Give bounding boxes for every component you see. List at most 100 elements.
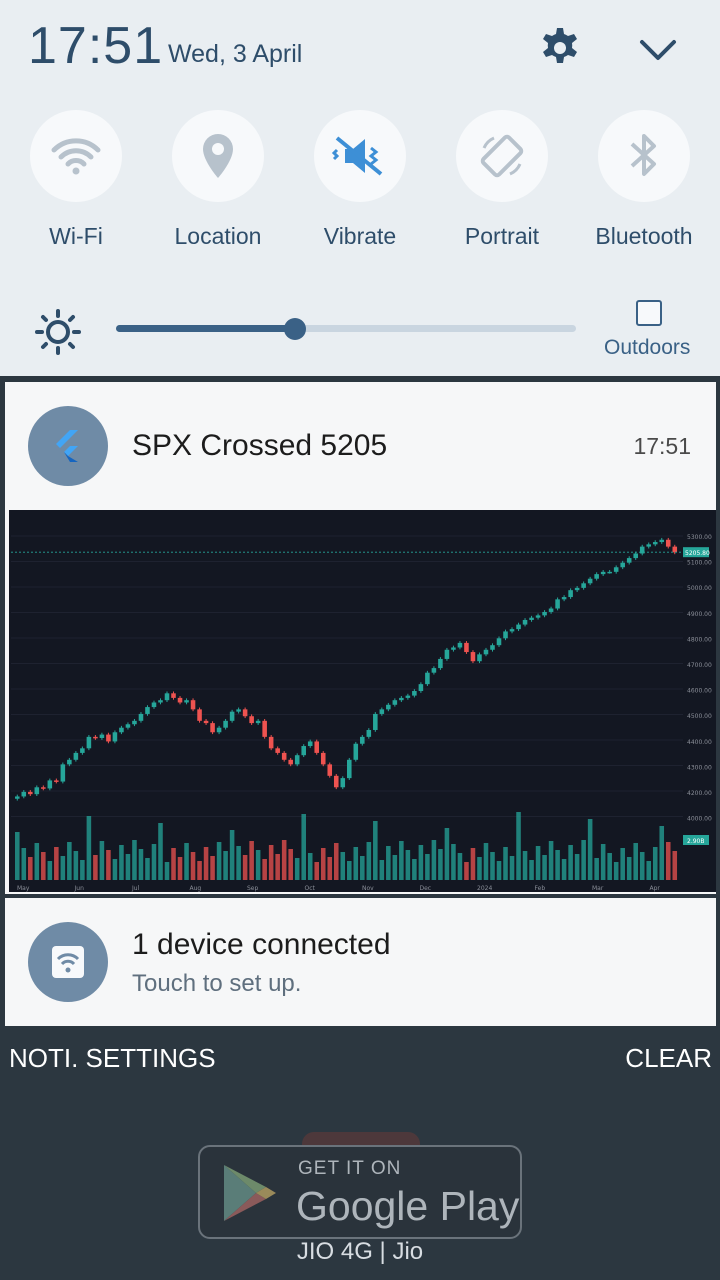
candle-body: [67, 759, 72, 765]
volume-bar: [119, 845, 124, 880]
y-tick-label: 4700.00: [687, 662, 712, 669]
volume-bar: [229, 830, 235, 880]
x-tick-label: May: [17, 885, 30, 892]
brightness-thumb[interactable]: [284, 318, 307, 340]
candle-body: [106, 734, 111, 742]
candle-body: [242, 709, 248, 717]
x-tick-label: Apr: [650, 885, 661, 892]
candle-body: [464, 642, 469, 653]
y-tick-label: 4000.00: [687, 816, 712, 823]
badge-caption: GET IT ON: [298, 1158, 402, 1179]
volume-bar: [73, 851, 79, 880]
candle-body: [229, 711, 235, 721]
volume-bar: [594, 858, 599, 880]
y-tick-label: 4500.00: [687, 713, 712, 720]
candle-body: [483, 649, 489, 655]
volume-bar: [171, 848, 176, 880]
candle-body: [34, 787, 40, 795]
candle-body: [386, 704, 391, 710]
candle-body: [353, 743, 359, 760]
clear-button[interactable]: CLEAR: [625, 1043, 712, 1074]
volume-bar: [255, 850, 261, 880]
candle-body: [145, 707, 150, 714]
volume-bar: [470, 848, 476, 880]
google-play-badge[interactable]: GET IT ON Google Play: [198, 1145, 522, 1239]
candle-body: [561, 597, 567, 600]
candle-body: [177, 697, 183, 703]
y-tick-label: 4300.00: [687, 764, 712, 771]
outdoors-checkbox[interactable]: [636, 300, 662, 326]
noti-settings-button[interactable]: NOTI. SETTINGS: [9, 1043, 216, 1074]
candle-body: [184, 700, 189, 703]
volume-bar: [438, 849, 443, 880]
volume-bar: [28, 857, 33, 880]
toggle-bluetooth[interactable]: Bluetooth: [573, 110, 715, 250]
y-tick-label: 5100.00: [687, 560, 712, 567]
candle-body: [255, 720, 261, 724]
x-tick-label: Sep: [247, 885, 259, 892]
candle-body: [672, 546, 678, 553]
volume-bar: [581, 840, 586, 880]
volume-bar: [54, 847, 59, 880]
candle-body: [171, 693, 176, 698]
candle-body: [80, 748, 85, 753]
candle-body: [470, 652, 476, 662]
toggle-wifi[interactable]: Wi-Fi: [5, 110, 147, 250]
candle-body: [132, 720, 137, 725]
volume-bar: [360, 856, 365, 880]
volume-bar: [340, 852, 346, 880]
chevron-down-icon[interactable]: [634, 26, 682, 74]
volume-bar: [275, 854, 280, 880]
volume-bar: [184, 843, 189, 880]
volume-bar: [314, 862, 320, 880]
candle-body: [477, 654, 482, 662]
rotate-icon: [480, 134, 524, 178]
volume-bar: [41, 852, 46, 880]
wifi-hotspot-icon: [52, 946, 84, 978]
candle-body: [268, 736, 274, 749]
toggle-vibrate[interactable]: Vibrate: [289, 110, 431, 250]
candle-body: [379, 709, 385, 714]
volume-bar: [431, 840, 437, 880]
volume-bar: [320, 848, 326, 880]
toggle-label: Location: [174, 223, 262, 249]
candle-body: [444, 649, 450, 659]
candle-body: [281, 752, 287, 760]
y-tick-label: 4900.00: [687, 611, 712, 618]
candle-body: [418, 684, 424, 692]
toggle-portrait[interactable]: Portrait: [431, 110, 573, 250]
volume-bar: [620, 848, 625, 880]
candle-body: [314, 741, 320, 753]
volume-bar: [99, 841, 105, 880]
volume-bar: [555, 850, 560, 880]
brightness-slider[interactable]: [116, 318, 576, 340]
app-icon: [28, 406, 108, 486]
x-tick-label: Jun: [74, 885, 85, 892]
hotspot-notification[interactable]: 1 device connected Touch to set up.: [5, 898, 716, 1026]
volume-bar: [132, 840, 137, 880]
brightness-fill: [116, 325, 296, 332]
candle-body: [164, 693, 170, 701]
candle-body: [535, 615, 541, 618]
spx-notification[interactable]: SPX Crossed 5205 17:51 5300.00 5100.00 500…: [5, 382, 716, 894]
candle-body: [594, 574, 599, 579]
toggle-location[interactable]: Location: [147, 110, 289, 250]
volume-bar: [125, 854, 131, 880]
candle-body: [600, 571, 606, 575]
candle-body: [451, 647, 456, 650]
gear-icon[interactable]: [536, 24, 584, 72]
volume-bar: [587, 819, 593, 880]
volume-bar: [223, 851, 228, 880]
vibrate-icon: [331, 136, 383, 176]
candle-body: [21, 791, 27, 797]
wifi-icon: [51, 138, 101, 175]
volume-bar: [451, 844, 456, 880]
volume-bar: [216, 842, 222, 880]
volume-bar: [177, 857, 183, 880]
candle-body: [197, 709, 202, 721]
volume-bar: [418, 845, 424, 880]
y-tick-label: 4200.00: [687, 790, 712, 797]
candle-body: [216, 727, 222, 733]
clock: 17:51: [28, 17, 164, 75]
volume-bar: [93, 855, 98, 880]
